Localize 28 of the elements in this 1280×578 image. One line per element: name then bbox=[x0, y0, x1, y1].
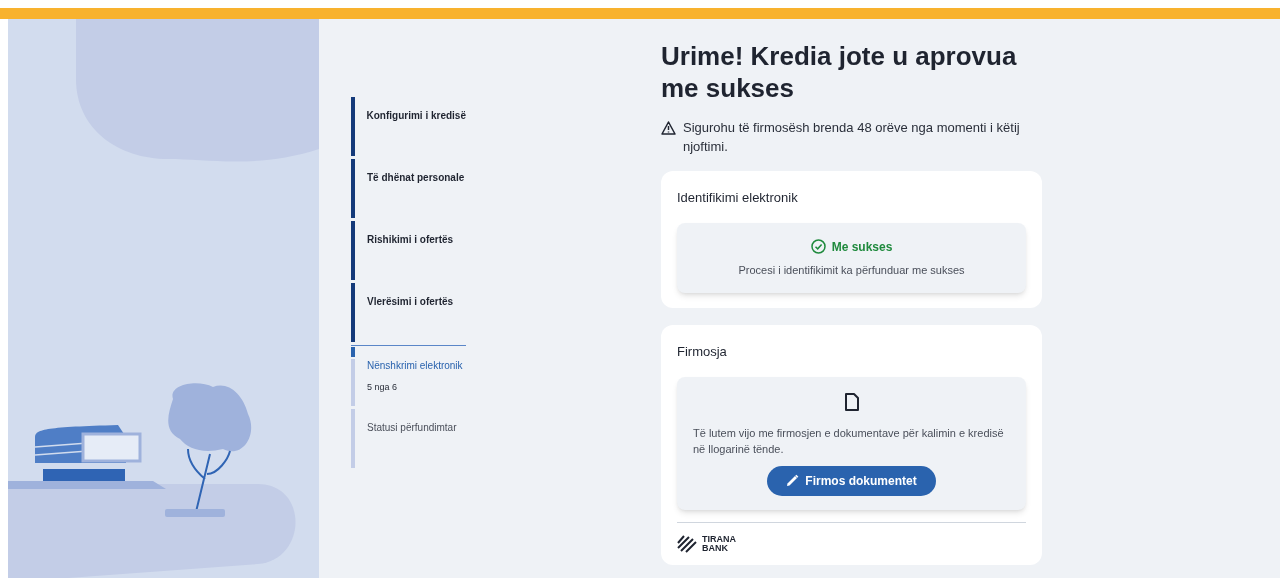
document-icon bbox=[844, 392, 859, 411]
page-title: Urime! Kredia jote u aprovua me sukses bbox=[661, 40, 1018, 104]
step-number-text: 5 nga 6 bbox=[367, 381, 399, 394]
pencil-icon bbox=[786, 474, 800, 487]
step-indicator bbox=[351, 97, 355, 156]
logo-text: BANK bbox=[702, 543, 729, 553]
step-label: Konfigurimi i kredisë bbox=[366, 109, 466, 123]
status-label: Me sukses bbox=[831, 238, 893, 256]
card-title: Firmosja bbox=[677, 343, 728, 361]
warning-text: Sigurohu të firmosësh brenda 48 orëve nga momenti i këtij njoftimi. bbox=[683, 119, 1021, 156]
warning-icon bbox=[661, 121, 676, 135]
logo-text: TIRANA bbox=[702, 534, 736, 544]
step-indicator bbox=[351, 409, 355, 468]
step-label: Nënshkrimi elektronik bbox=[367, 359, 463, 373]
step-indicator bbox=[351, 159, 355, 218]
step-indicator bbox=[351, 347, 355, 406]
step-label: Rishikimi i ofertës bbox=[367, 233, 454, 247]
step-label: Të dhënat personale bbox=[367, 171, 465, 185]
step-label: Vlerësimi i ofertës bbox=[367, 295, 454, 309]
step-indicator bbox=[351, 221, 355, 280]
check-circle-icon bbox=[810, 239, 826, 254]
sign-documents-button[interactable]: Firmos dokumentet bbox=[767, 465, 936, 496]
step-label: Statusi përfundimtar bbox=[367, 421, 457, 435]
step-indicator bbox=[351, 283, 355, 342]
signing-message: Të lutem vijo me firmosjen e dokumentave për kalimin e kredisë në llogarinë tënde. bbox=[693, 425, 1005, 457]
logo-stripes-icon bbox=[677, 534, 697, 553]
status-message: Procesi i identifikimit ka përfunduar me sukses bbox=[738, 262, 965, 278]
card-title: Identifikimi elektronik bbox=[677, 189, 799, 207]
